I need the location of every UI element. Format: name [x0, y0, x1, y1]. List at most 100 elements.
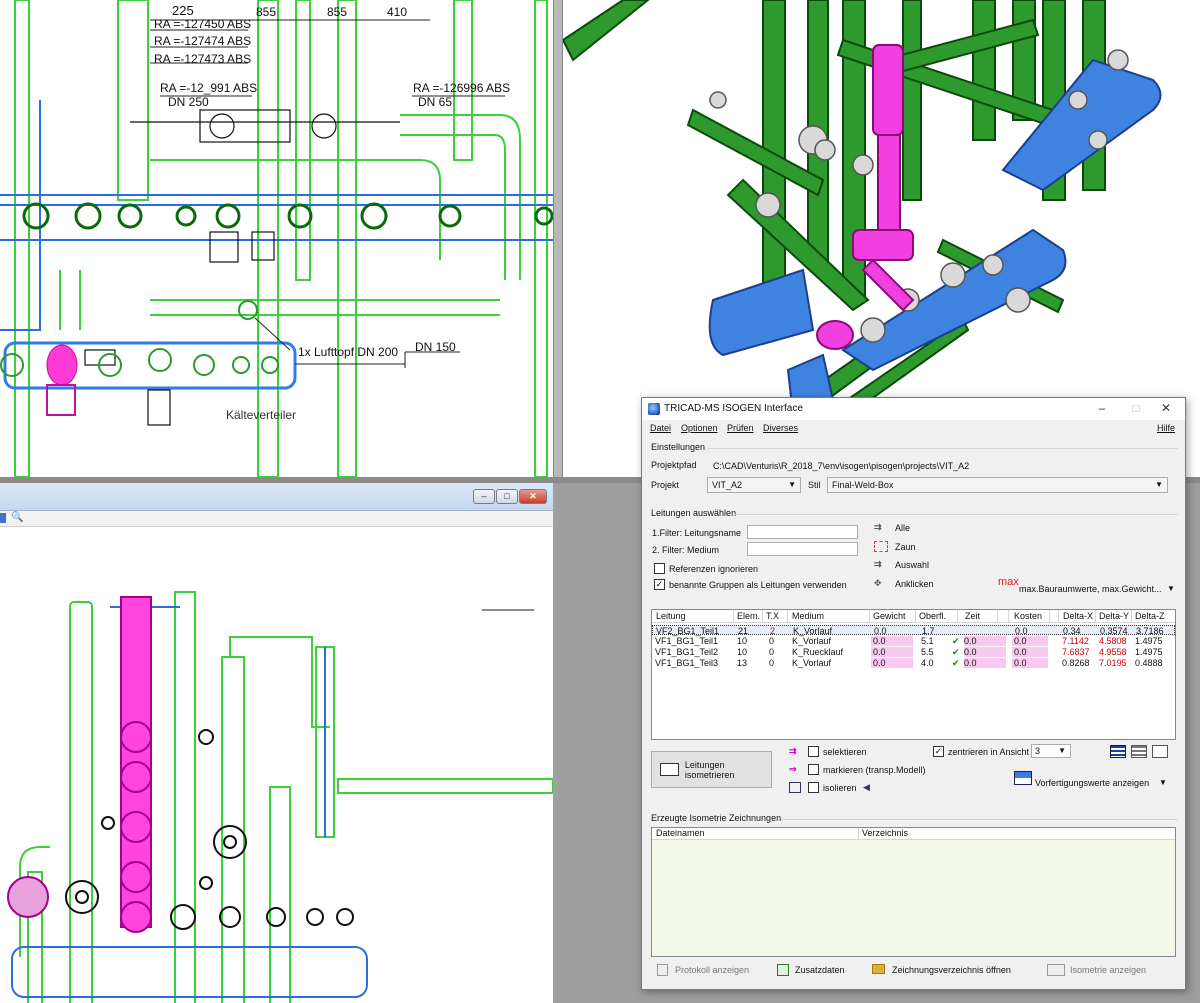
col-leitung[interactable]: Leitung	[656, 611, 686, 621]
view-lines-icon[interactable]	[1131, 745, 1147, 758]
table-row[interactable]: VF2_BG1_Teil1 21 2 K_Vorlauf 0.0 1.7 0.0…	[652, 625, 1175, 636]
projekt-select[interactable]: VIT_A2 ▼	[707, 477, 801, 493]
view-list-icon[interactable]	[1110, 745, 1126, 758]
chevron-down-icon[interactable]: ▼	[1167, 584, 1175, 593]
maximize-button[interactable]: □	[496, 489, 518, 504]
markieren-checkbox[interactable]	[808, 764, 819, 775]
plan-view-top-left[interactable]: 225 855 855 410 RA =-127450 ABS RA =-127…	[0, 0, 553, 477]
cursor-icon[interactable]: ✥	[874, 578, 882, 589]
isometrie-anzeigen-button[interactable]: Isometrie anzeigen	[1070, 965, 1146, 975]
side-view-window[interactable]: – □ ✕ 🔍	[0, 483, 553, 1003]
col-oberfl[interactable]: Oberfl.	[919, 611, 946, 621]
minimize-button[interactable]: –	[1087, 401, 1117, 415]
select-icon: ⇉	[789, 746, 797, 756]
menu-optionen[interactable]: Optionen	[681, 423, 718, 433]
projekt-value: VIT_A2	[712, 480, 743, 490]
filter2-input[interactable]	[747, 542, 858, 556]
table-header: Leitung Elem. T.X Medium Gewicht Oberfl.…	[652, 610, 1175, 623]
menubar: Datei Optionen Prüfen Diverses Hilfe	[642, 420, 1185, 436]
dialog-title: TRICAD-MS ISOGEN Interface	[664, 403, 803, 414]
ref-ignore-checkbox[interactable]	[654, 563, 665, 574]
table-row[interactable]: VF1_BG1_Teil2 10 0 K_Ruecklauf 0.0 5.5 ✔…	[652, 647, 1175, 657]
filter1-input[interactable]	[747, 525, 858, 539]
col-kosten[interactable]: Kosten	[1014, 611, 1042, 621]
col-tx[interactable]: T.X	[766, 611, 779, 621]
protokoll-button[interactable]: Protokoll anzeigen	[675, 965, 749, 975]
section-leitungen-auswaehlen: Leitungen auswählen	[651, 508, 737, 518]
menu-pruefen[interactable]: Prüfen	[727, 423, 754, 433]
zusatzdaten-button[interactable]: Zusatzdaten	[795, 965, 845, 975]
vertical-splitter[interactable]	[553, 0, 563, 477]
isometrieren-label: Leitungen isometrieren	[684, 759, 735, 780]
chevron-down-icon: ▼	[788, 480, 796, 489]
close-button[interactable]: ✕	[1151, 401, 1181, 415]
col-delta-x[interactable]: Delta-X	[1063, 611, 1093, 621]
speaker-icon[interactable]: ◀	[863, 782, 870, 793]
zeichnungsverzeichnis-button[interactable]: Zeichnungsverzeichnis öffnen	[892, 965, 1011, 975]
minimize-button[interactable]: –	[473, 489, 495, 504]
divider	[781, 819, 1178, 820]
maximize-button[interactable]: □	[1121, 401, 1151, 415]
projekt-label: Projekt	[651, 480, 680, 490]
vorfertigung-button[interactable]: Vorfertigungswerte anzeigen	[1035, 778, 1149, 788]
section-erzeugte-zeichnungen: Erzeugte Isometrie Zeichnungen	[651, 813, 782, 823]
auswahl-icon[interactable]: ⇉	[874, 559, 882, 570]
filter2-label: 2. Filter: Medium	[652, 545, 720, 555]
max-values-button[interactable]: max.Bauraumwerte, max.Gewicht...	[1019, 584, 1162, 594]
col-medium[interactable]: Medium	[792, 611, 824, 621]
chevron-down-icon[interactable]: ▼	[1159, 778, 1167, 787]
col-verzeichnis[interactable]: Verzeichnis	[862, 828, 908, 838]
zoom-icon[interactable]: 🔍	[11, 512, 23, 523]
col-gewicht[interactable]: Gewicht	[873, 611, 906, 621]
projektpfad-label: Projektpfad	[651, 460, 697, 470]
document-icon	[657, 964, 668, 976]
stil-select[interactable]: Final-Weld-Box ▼	[827, 477, 1168, 493]
isometrieren-button[interactable]: Leitungen isometrieren	[651, 751, 772, 788]
isolieren-checkbox[interactable]	[808, 782, 819, 793]
ra-label: RA =-127474 ABS	[154, 34, 252, 48]
col-delta-y[interactable]: Delta-Y	[1099, 611, 1129, 621]
toolbar-icon[interactable]	[0, 513, 6, 523]
kaelteverteiler-label: Kälteverteiler	[226, 408, 297, 422]
zentrieren-checkbox[interactable]: ✓	[933, 746, 944, 757]
alle-button[interactable]: Alle	[895, 523, 910, 533]
menu-diverses[interactable]: Diverses	[763, 423, 798, 433]
col-zeit[interactable]: Zeit	[965, 611, 980, 621]
isolate-icon	[789, 782, 801, 793]
zaun-button[interactable]: Zaun	[895, 542, 916, 552]
col-elem[interactable]: Elem.	[737, 611, 760, 621]
app-icon	[648, 403, 660, 415]
leitungen-table[interactable]: Leitung Elem. T.X Medium Gewicht Oberfl.…	[651, 609, 1176, 740]
col-delta-z[interactable]: Delta-Z	[1135, 611, 1165, 621]
table-row[interactable]: VF1_BG1_Teil1 10 0 K_Vorlauf 0.0 5.1 ✔ 0…	[652, 636, 1175, 646]
dialog-titlebar[interactable]: TRICAD-MS ISOGEN Interface – □ ✕	[642, 398, 1185, 420]
sum-icon[interactable]	[1014, 771, 1032, 785]
menu-hilfe[interactable]: Hilfe	[1157, 423, 1175, 433]
named-groups-checkbox[interactable]: ✓	[654, 579, 665, 590]
check-icon: ✔	[952, 636, 960, 646]
table-row[interactable]: VF1_BG1_Teil3 13 0 K_Vorlauf 0.0 4.0 ✔ 0…	[652, 658, 1175, 668]
dn-label: DN 250	[168, 95, 209, 109]
chevron-down-icon: ▼	[1058, 746, 1066, 755]
ansicht-value: 3	[1035, 746, 1041, 756]
dim-label: 855	[256, 5, 277, 19]
alle-icon[interactable]: ⇉	[874, 522, 882, 533]
ansicht-select[interactable]: 3 ▼	[1031, 744, 1071, 758]
projektpfad-value: C:\CAD\Venturis\R_2018_7\env\isogen\piso…	[713, 461, 970, 471]
view-blank-icon[interactable]	[1152, 745, 1168, 758]
col-dateinamen[interactable]: Dateinamen	[656, 828, 705, 838]
isogen-dialog: TRICAD-MS ISOGEN Interface – □ ✕ Datei O…	[641, 397, 1186, 990]
side-view-titlebar[interactable]: – □ ✕	[0, 483, 553, 511]
ra-label: RA =-127473 ABS	[154, 52, 252, 66]
zaun-icon[interactable]	[874, 541, 888, 552]
max-icon[interactable]: max	[998, 576, 1019, 588]
close-button[interactable]: ✕	[519, 489, 547, 504]
folder-icon	[872, 964, 885, 974]
selektieren-checkbox[interactable]	[808, 746, 819, 757]
auswahl-button[interactable]: Auswahl	[895, 560, 929, 570]
drawings-list[interactable]: Dateinamen Verzeichnis	[651, 827, 1176, 957]
image-icon	[1047, 964, 1065, 976]
anklicken-button[interactable]: Anklicken	[895, 579, 934, 589]
menu-datei[interactable]: Datei	[650, 423, 671, 433]
stil-value: Final-Weld-Box	[832, 480, 894, 490]
